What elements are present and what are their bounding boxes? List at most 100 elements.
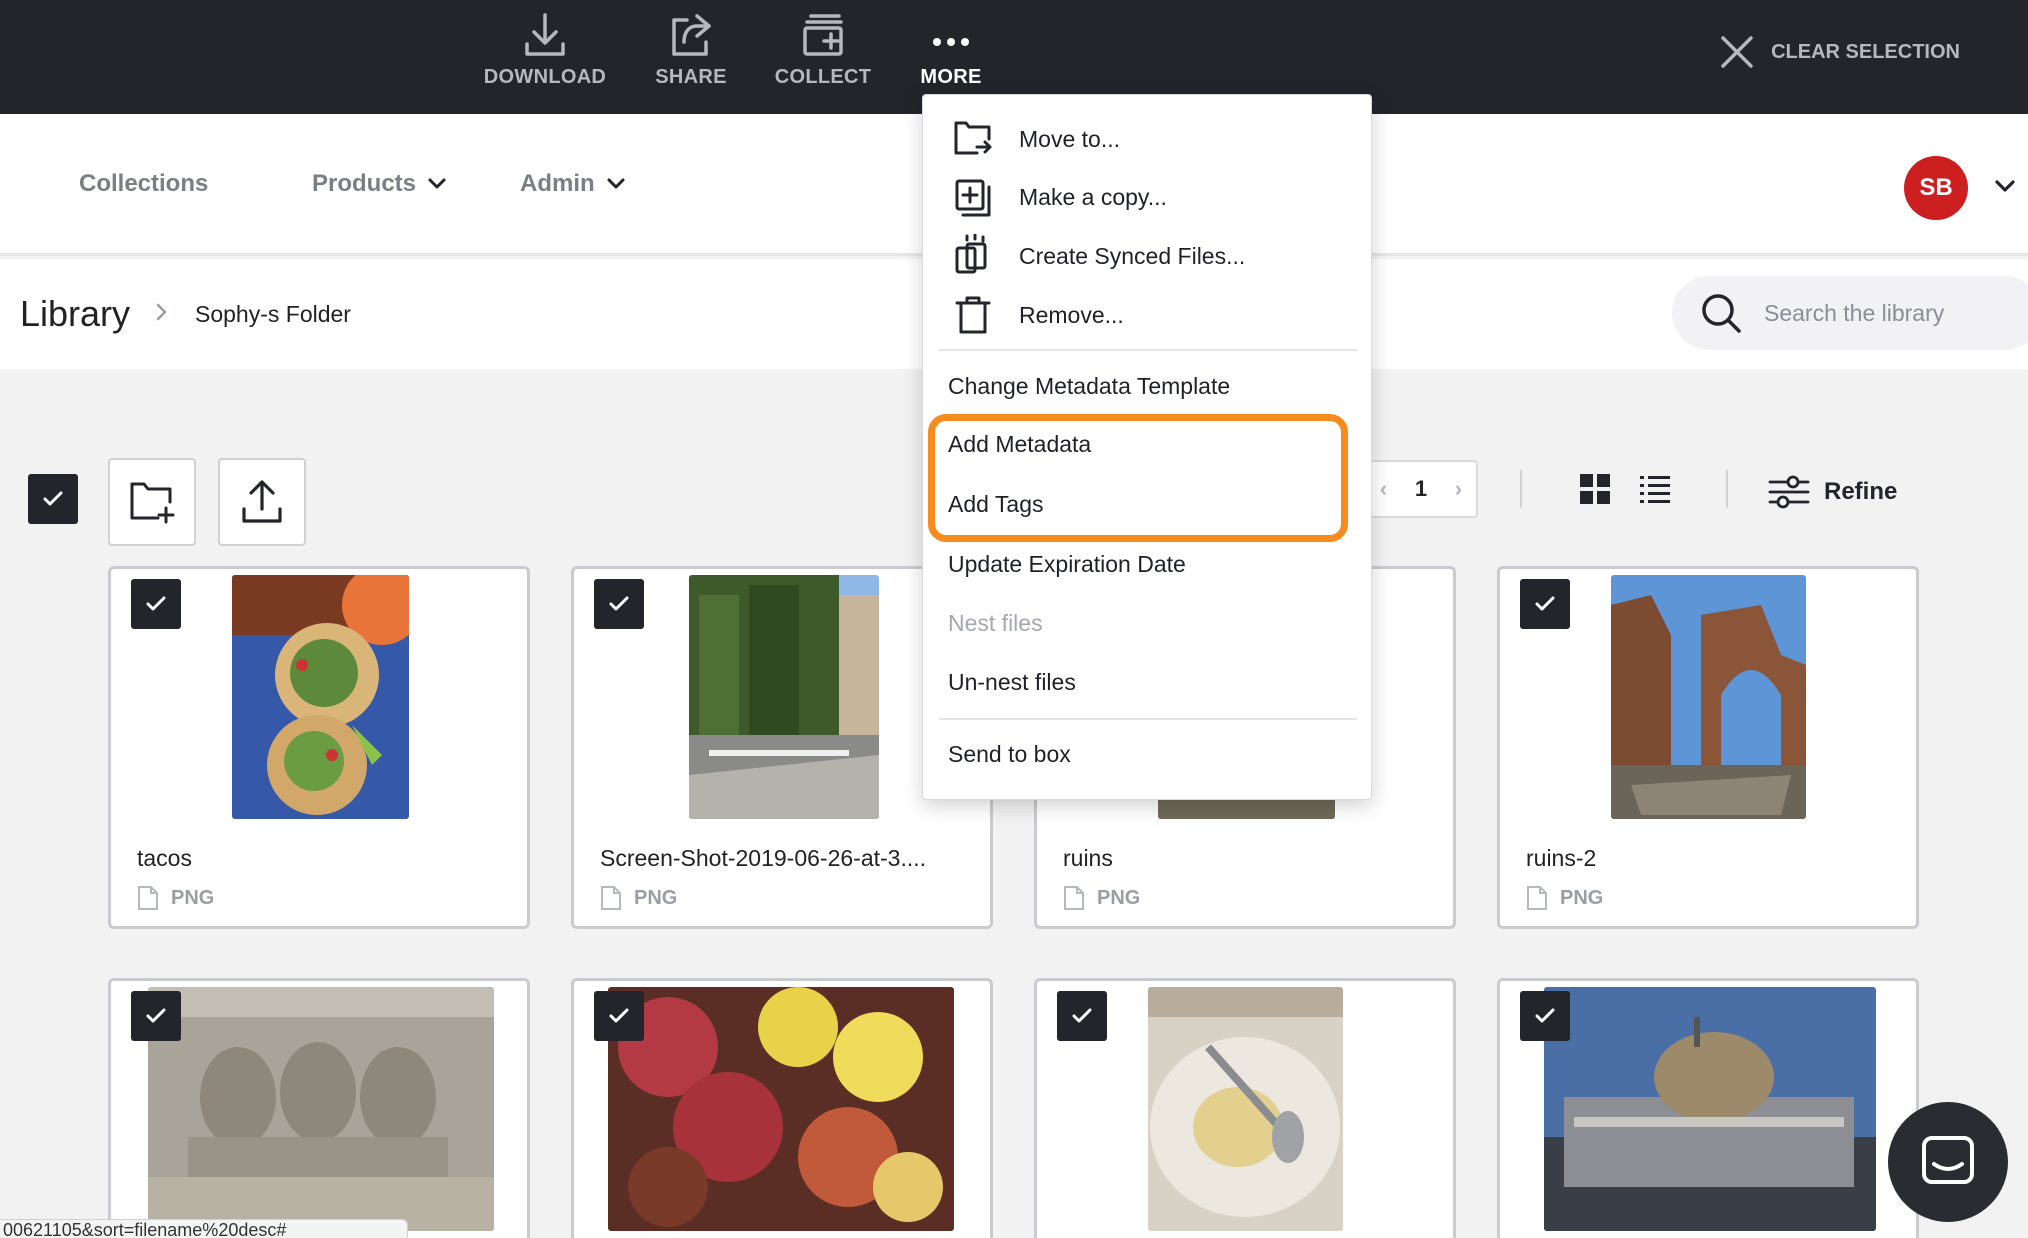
asset-thumbnail [148,987,494,1231]
clear-selection-label: CLEAR SELECTION [1771,40,1960,63]
nav-collections[interactable]: Collections [79,170,208,198]
breadcrumb-library[interactable]: Library [20,293,130,335]
asset-card[interactable] [1497,978,1919,1238]
asset-title: ruins-2 [1526,845,1597,871]
more-actions-menu: Move to... Make a copy... Create Synced … [922,94,1372,800]
asset-checkbox[interactable] [1520,579,1570,629]
close-icon [1721,36,1753,68]
nav-products[interactable]: Products [312,170,446,198]
sliders-icon [1768,475,1810,509]
checkmark-icon [609,596,629,611]
menu-item-add-tags[interactable]: Add Tags [923,491,1371,531]
asset-card[interactable] [108,978,530,1238]
asset-thumbnail [608,987,954,1231]
asset-checkbox[interactable] [594,579,644,629]
chevron-left-icon[interactable]: ‹ [1380,476,1387,502]
checkmark-icon [609,1008,629,1023]
upload-button[interactable] [218,458,306,546]
asset-thumbnail [1148,987,1343,1231]
account-chevron-down-icon[interactable] [1995,180,2015,194]
more-button[interactable]: MORE [886,12,1016,89]
synced-files-icon [955,234,987,274]
menu-item-label: Send to box [948,741,1071,767]
chevron-down-icon [428,178,446,189]
menu-item-send-to-box[interactable]: Send to box [923,741,1371,781]
menu-item-move-to[interactable]: Move to... [923,117,1371,161]
asset-checkbox[interactable] [131,579,181,629]
clear-selection-button[interactable]: CLEAR SELECTION [1719,34,1960,70]
menu-item-remove[interactable]: Remove... [923,293,1371,337]
avatar-initials: SB [1919,174,1953,201]
collect-icon [803,14,843,56]
asset-checkbox[interactable] [594,991,644,1041]
menu-item-nest-files: Nest files [923,610,1371,650]
new-folder-icon [130,482,175,524]
user-avatar[interactable]: SB [1904,156,1968,220]
search-icon [1702,294,1741,333]
checkmark-icon [1072,1008,1092,1023]
nav-collections-label: Collections [79,170,209,197]
library-search[interactable] [1672,276,2028,350]
asset-checkbox[interactable] [131,991,181,1041]
collect-label: COLLECT [774,66,872,88]
menu-item-add-metadata[interactable]: Add Metadata [923,431,1371,471]
chevron-right-icon [156,303,167,321]
menu-item-label: Create Synced Files... [1019,242,1246,269]
checkmark-icon [146,596,166,611]
upload-icon [242,480,282,523]
toolbar-divider [1520,470,1522,508]
menu-item-change-metadata-template[interactable]: Change Metadata Template [923,373,1371,413]
refine-button[interactable]: Refine [1768,474,1897,510]
toolbar-divider [1726,470,1728,508]
asset-filetype: PNG [1526,885,1603,911]
more-dots-icon [933,38,969,46]
menu-item-un-nest-files[interactable]: Un-nest files [923,669,1371,709]
menu-item-update-expiration-date[interactable]: Update Expiration Date [923,551,1371,591]
page-number[interactable]: 1 [1415,476,1427,502]
file-icon [1064,886,1084,910]
share-button[interactable]: SHARE [626,12,756,89]
menu-item-label: Nest files [948,610,1043,636]
pagination: ‹ 1 › [1364,460,1478,518]
link-status-bar: 00621105&sort=filename%20desc# [0,1219,408,1238]
download-button[interactable]: DOWNLOAD [480,12,610,89]
download-label: DOWNLOAD [483,66,607,88]
asset-card[interactable]: tacos PNG [108,566,530,929]
asset-checkbox[interactable] [1057,991,1107,1041]
asset-thumbnail [689,575,879,819]
more-label: MORE [920,66,982,88]
chat-icon [1922,1136,1974,1184]
menu-item-label: Move to... [1019,125,1120,152]
asset-card[interactable] [571,978,993,1238]
collect-button[interactable]: COLLECT [758,12,888,89]
select-all-checkbox[interactable] [28,474,78,524]
menu-item-label: Add Tags [948,491,1044,517]
file-icon [601,886,621,910]
chevron-right-icon[interactable]: › [1455,476,1462,502]
grid-view-button[interactable] [1580,474,1610,509]
checkmark-icon [43,491,63,506]
search-input[interactable] [1764,299,2004,327]
menu-item-label: Un-nest files [948,669,1076,695]
new-folder-button[interactable] [108,458,196,546]
menu-item-label: Change Metadata Template [948,373,1231,399]
asset-filetype: PNG [137,885,214,911]
move-icon [954,121,992,155]
asset-filetype-label: PNG [171,886,215,909]
list-view-button[interactable] [1640,474,1670,509]
checkmark-icon [1535,1008,1555,1023]
asset-card[interactable] [1034,978,1456,1238]
menu-item-make-copy[interactable]: Make a copy... [923,175,1371,219]
menu-item-create-synced-files[interactable]: Create Synced Files... [923,233,1371,279]
chat-launcher-button[interactable] [1888,1102,2008,1222]
asset-thumbnail [1611,575,1806,819]
nav-admin-label: Admin [520,170,595,197]
menu-item-label: Add Metadata [948,431,1092,457]
list-view-icon [1640,476,1670,503]
nav-admin[interactable]: Admin [520,170,625,198]
asset-title: tacos [137,845,192,871]
file-icon [1527,886,1547,910]
asset-filetype-label: PNG [1560,886,1604,909]
asset-checkbox[interactable] [1520,991,1570,1041]
asset-card[interactable]: ruins-2 PNG [1497,566,1919,929]
